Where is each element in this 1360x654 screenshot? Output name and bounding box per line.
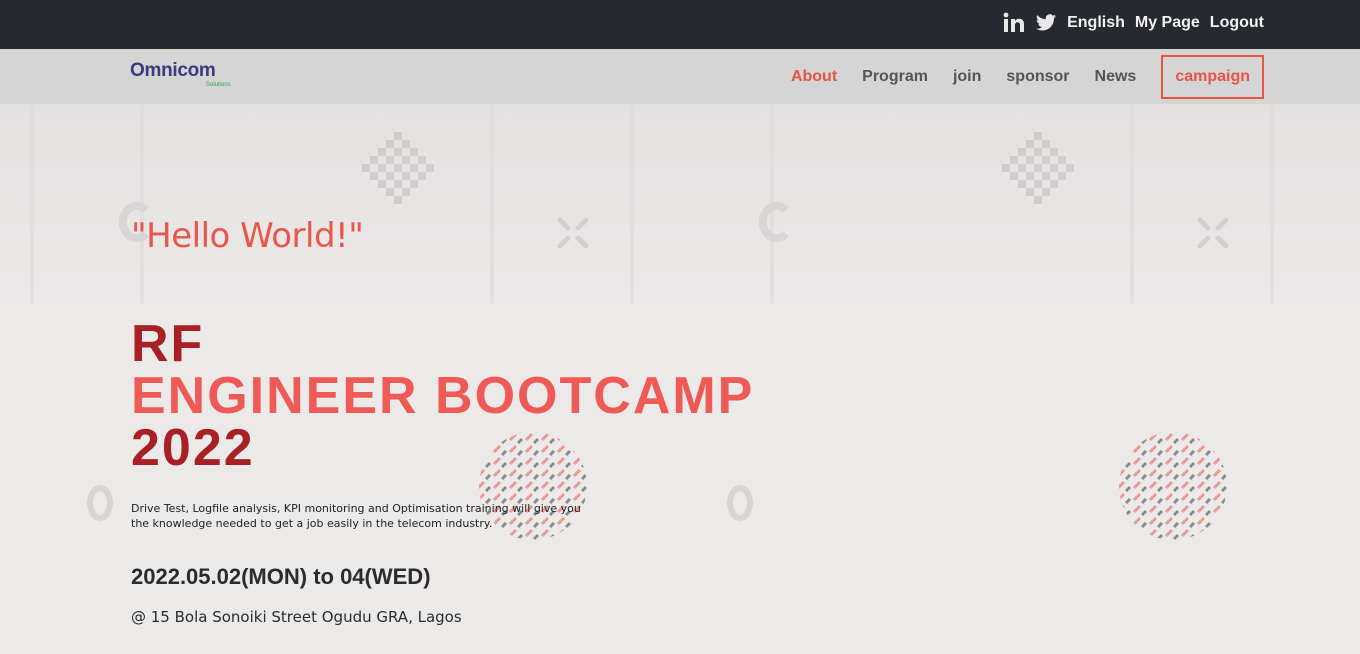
- x-mark-icon: [1197, 217, 1229, 249]
- nav-item-sponsor[interactable]: sponsor: [1006, 68, 1069, 86]
- title-line-1: RF: [131, 315, 205, 373]
- ghost-zero-icon: [87, 485, 113, 521]
- checker-diamond-icon: [362, 132, 434, 204]
- dash-circle-pattern-icon: [1119, 432, 1227, 540]
- main-navbar: Omnicom Solutions About Program join spo…: [0, 49, 1360, 104]
- event-address: @ 15 Bola Sonoiki Street Ogudu GRA, Lago…: [131, 608, 462, 626]
- hero-background: [0, 104, 1360, 304]
- title-line-3: 2022: [131, 419, 255, 477]
- logout-link[interactable]: Logout: [1210, 14, 1264, 32]
- language-link[interactable]: English: [1067, 14, 1125, 32]
- my-page-link[interactable]: My Page: [1135, 14, 1200, 32]
- title-line-2: ENGINEER BOOTCAMP: [131, 367, 755, 425]
- logo-text: Omnicom: [130, 60, 216, 81]
- nav-item-campaign[interactable]: campaign: [1161, 54, 1264, 99]
- linkedin-icon[interactable]: [1003, 12, 1025, 34]
- logo-subtext: Solutions: [206, 82, 231, 88]
- omnicom-logo[interactable]: Omnicom Solutions: [130, 60, 240, 90]
- x-mark-icon: [557, 217, 589, 249]
- nav-item-news[interactable]: News: [1095, 68, 1137, 86]
- hero-description: Drive Test, Logfile analysis, KPI monito…: [131, 502, 581, 530]
- twitter-icon[interactable]: [1035, 12, 1057, 34]
- top-bar: English My Page Logout: [0, 0, 1360, 49]
- top-links: English My Page Logout: [1003, 0, 1264, 45]
- hero-section: "Hello World!" RF ENGINEER BOOTCAMP 2022…: [0, 104, 1360, 654]
- nav-item-program[interactable]: Program: [862, 68, 928, 86]
- ghost-zero-icon: [727, 485, 753, 521]
- nav-item-join[interactable]: join: [953, 68, 981, 86]
- hero-greeting: "Hello World!": [131, 216, 364, 256]
- nav-menu: About Program join sponsor News campaign: [766, 54, 1264, 99]
- nav-item-about[interactable]: About: [791, 68, 837, 86]
- event-date: 2022.05.02(MON) to 04(WED): [131, 564, 431, 589]
- hero-title: RF ENGINEER BOOTCAMP 2022: [131, 318, 754, 474]
- checker-diamond-icon: [1002, 132, 1074, 204]
- ghost-ring-icon: [758, 202, 789, 242]
